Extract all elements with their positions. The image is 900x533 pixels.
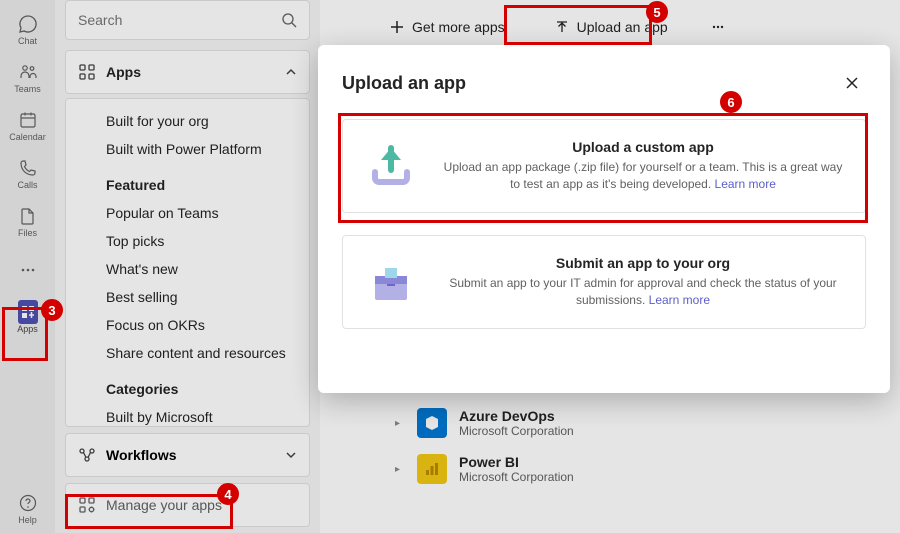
rail-label: Calls bbox=[17, 180, 37, 190]
upload-illustration-icon bbox=[363, 138, 419, 194]
files-icon bbox=[18, 206, 38, 226]
search-box[interactable] bbox=[65, 0, 310, 40]
app-tile-icon bbox=[417, 454, 447, 484]
apps-grid-icon bbox=[78, 63, 96, 81]
card-title: Upload a custom app bbox=[441, 139, 845, 155]
app-name: Azure DevOps bbox=[459, 408, 574, 424]
search-input[interactable] bbox=[78, 12, 281, 28]
upload-custom-app-card[interactable]: Upload a custom app Upload an app packag… bbox=[342, 119, 866, 213]
submit-illustration-icon bbox=[363, 254, 419, 310]
plus-icon bbox=[390, 20, 404, 34]
app-publisher: Microsoft Corporation bbox=[459, 470, 574, 484]
upload-icon bbox=[555, 20, 569, 34]
tree-item[interactable]: What's new bbox=[66, 255, 309, 283]
tree-item[interactable]: Built by Microsoft bbox=[66, 403, 309, 427]
tree-item[interactable]: Share content and resources bbox=[66, 339, 309, 367]
chat-icon bbox=[18, 14, 38, 34]
apps-icon bbox=[18, 302, 38, 322]
upload-app-modal: Upload an app Upload a custom app Upload… bbox=[318, 45, 890, 393]
rail-item-chat[interactable]: Chat bbox=[4, 6, 52, 54]
card-desc: Submit an app to your IT admin for appro… bbox=[441, 275, 845, 310]
rail-item-teams[interactable]: Teams bbox=[4, 54, 52, 102]
manage-apps-row[interactable]: Manage your apps bbox=[65, 483, 310, 527]
more-icon bbox=[18, 260, 38, 280]
app-list-item[interactable]: ▸ Power BI Microsoft Corporation bbox=[395, 446, 880, 492]
app-list: ▸ Azure DevOps Microsoft Corporation ▸ P… bbox=[395, 400, 880, 492]
app-publisher: Microsoft Corporation bbox=[459, 424, 574, 438]
rail-item-calls[interactable]: Calls bbox=[4, 150, 52, 198]
tree-group-categories: Categories bbox=[66, 367, 309, 403]
tree-item[interactable]: Built with Power Platform bbox=[66, 135, 309, 163]
tree-group-featured: Featured bbox=[66, 163, 309, 199]
rail-label: Calendar bbox=[9, 132, 46, 142]
card-desc: Upload an app package (.zip file) for yo… bbox=[441, 159, 845, 194]
help-icon bbox=[18, 493, 38, 513]
overflow-button[interactable] bbox=[703, 10, 733, 44]
tree-item[interactable]: Top picks bbox=[66, 227, 309, 255]
calls-icon bbox=[18, 158, 38, 178]
apps-tree: Built for your org Built with Power Plat… bbox=[65, 98, 310, 427]
learn-more-link[interactable]: Learn more bbox=[649, 293, 710, 307]
annotation-badge: 5 bbox=[646, 1, 668, 23]
caret-right-icon: ▸ bbox=[395, 464, 405, 475]
tree-item[interactable]: Best selling bbox=[66, 283, 309, 311]
rail-label: Files bbox=[18, 228, 37, 238]
tree-item[interactable]: Popular on Teams bbox=[66, 199, 309, 227]
rail-label: Help bbox=[18, 515, 37, 525]
chevron-up-icon bbox=[285, 66, 297, 78]
annotation-badge: 6 bbox=[720, 91, 742, 113]
chevron-down-icon bbox=[285, 449, 297, 461]
manage-apps-icon bbox=[78, 496, 96, 514]
workflows-label: Workflows bbox=[106, 447, 275, 463]
workflows-row[interactable]: Workflows bbox=[65, 433, 310, 477]
workflows-icon bbox=[78, 446, 96, 464]
app-rail: Chat Teams Calendar Calls Files bbox=[0, 0, 55, 533]
calendar-icon bbox=[18, 110, 38, 130]
card-title: Submit an app to your org bbox=[441, 255, 845, 271]
rail-label: Chat bbox=[18, 36, 37, 46]
tree-item[interactable]: Built for your org bbox=[66, 107, 309, 135]
app-list-item[interactable]: ▸ Azure DevOps Microsoft Corporation bbox=[395, 400, 880, 446]
close-button[interactable] bbox=[838, 69, 866, 97]
modal-title: Upload an app bbox=[342, 73, 838, 94]
teams-icon bbox=[18, 62, 38, 82]
annotation-badge: 3 bbox=[41, 299, 63, 321]
learn-more-link[interactable]: Learn more bbox=[715, 177, 776, 191]
caret-right-icon: ▸ bbox=[395, 418, 405, 429]
apps-section-title: Apps bbox=[106, 64, 275, 80]
rail-label: Apps bbox=[17, 324, 38, 334]
get-more-apps-button[interactable]: Get more apps bbox=[375, 10, 520, 44]
annotation-badge: 4 bbox=[217, 483, 239, 505]
get-more-label: Get more apps bbox=[412, 19, 505, 35]
rail-item-more[interactable] bbox=[4, 246, 52, 294]
app-tile-icon bbox=[417, 408, 447, 438]
left-panel: Apps Built for your org Built with Power… bbox=[55, 0, 320, 533]
rail-label: Teams bbox=[14, 84, 41, 94]
rail-item-files[interactable]: Files bbox=[4, 198, 52, 246]
rail-item-calendar[interactable]: Calendar bbox=[4, 102, 52, 150]
close-icon bbox=[844, 75, 860, 91]
submit-to-org-card[interactable]: Submit an app to your org Submit an app … bbox=[342, 235, 866, 329]
search-icon bbox=[281, 12, 297, 28]
apps-section-header[interactable]: Apps bbox=[65, 50, 310, 94]
more-icon bbox=[710, 19, 726, 35]
rail-item-help[interactable]: Help bbox=[4, 485, 52, 533]
app-name: Power BI bbox=[459, 454, 574, 470]
manage-apps-label: Manage your apps bbox=[106, 497, 222, 513]
tree-item[interactable]: Focus on OKRs bbox=[66, 311, 309, 339]
